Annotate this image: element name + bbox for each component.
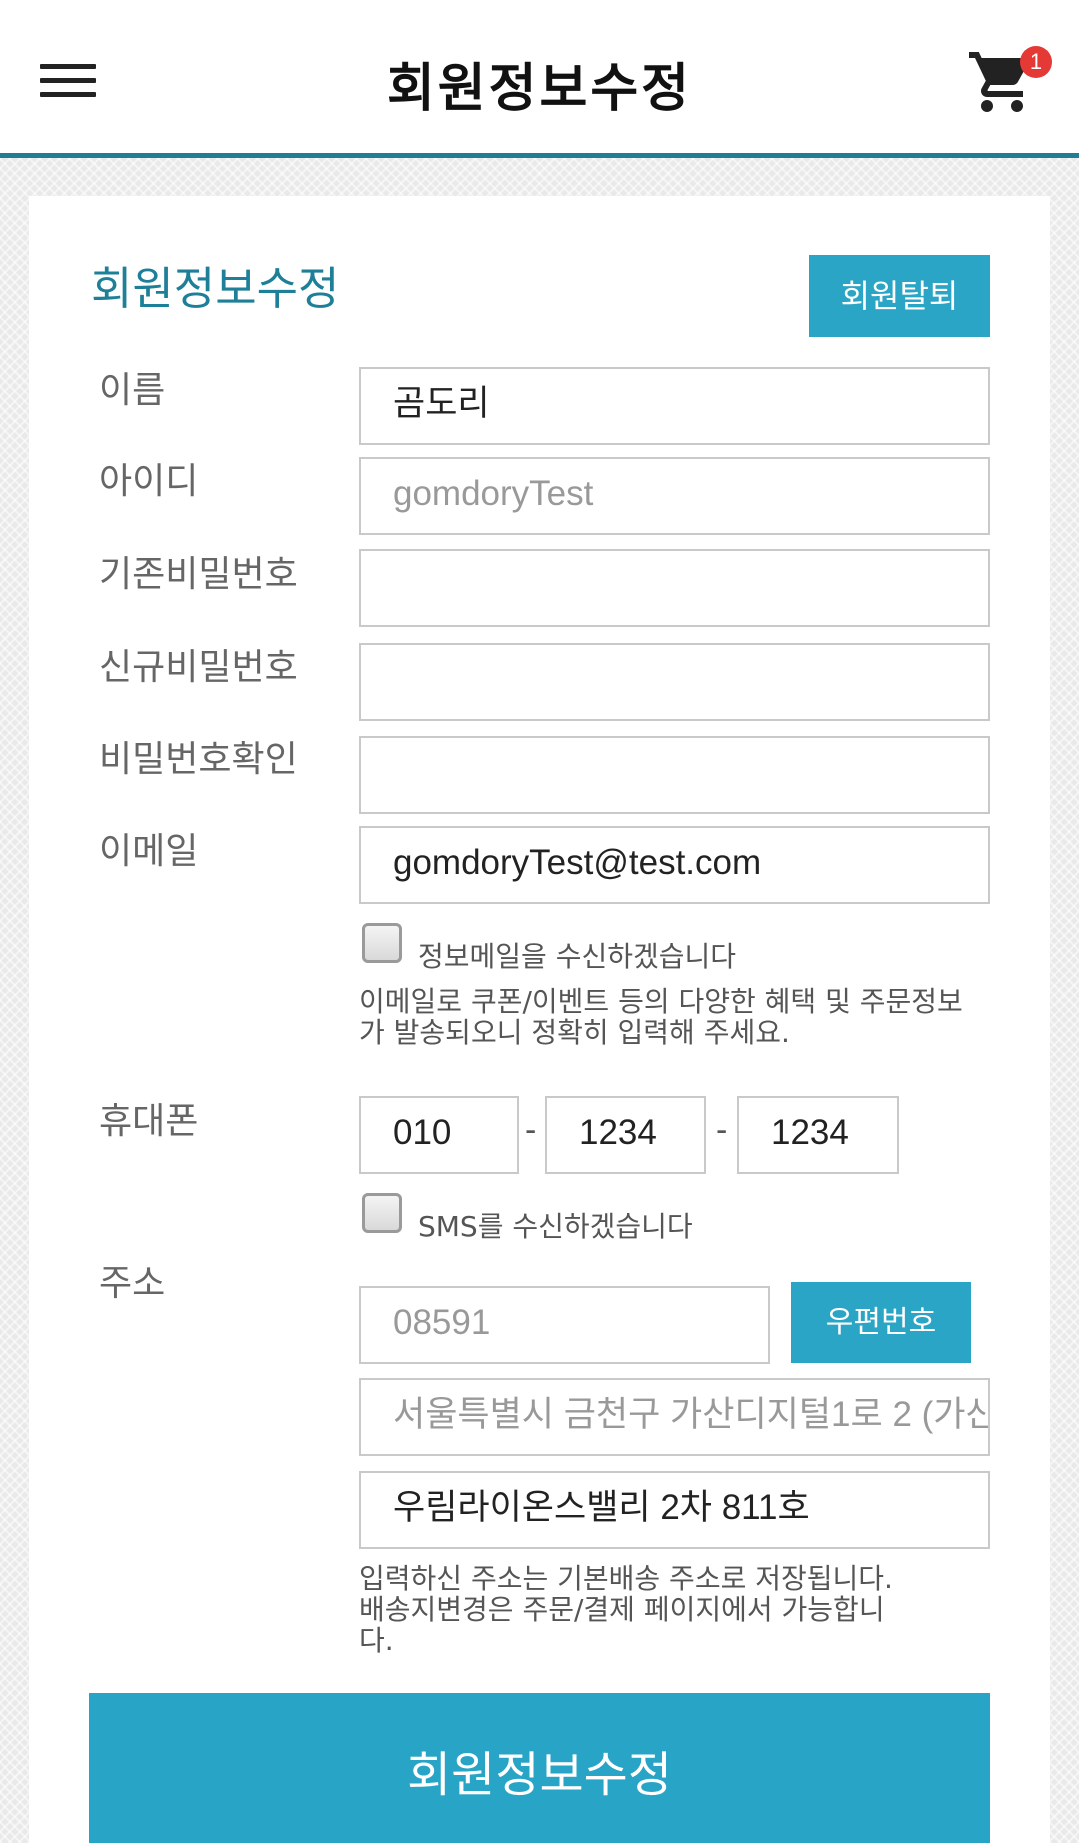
email-consent-label: 정보메일을 수신하겠습니다 (418, 940, 737, 973)
email-label: 이메일 (99, 831, 199, 872)
phone-label: 휴대폰 (99, 1101, 199, 1142)
sms-consent-checkbox[interactable] (362, 1193, 402, 1233)
email-help-line: 가 발송되오니 정확히 입력해 주세요. (359, 1016, 790, 1049)
current-password-field[interactable] (359, 549, 990, 627)
cart-button[interactable]: 1 (966, 46, 1052, 118)
email-help-text: 이메일로 쿠폰/이벤트 등의 다양한 혜택 및 주문정보 가 발송되오니 정확히… (359, 986, 999, 1048)
current-password-label: 기존비밀번호 (99, 554, 298, 595)
address-help-text: 입력하신 주소는 기본배송 주소로 저장됩니다. 배송지변경은 주문/결제 페이… (359, 1563, 999, 1656)
page-title: 회원정보수정 (386, 59, 693, 119)
postcode-search-button[interactable]: 우편번호 (791, 1282, 971, 1363)
user-id-label: 아이디 (99, 461, 199, 502)
profile-edit-card: 회원정보수정 회원탈퇴 이름 곰도리 아이디 gomdoryTest 기존비밀번… (29, 196, 1050, 1843)
phone-separator: - (525, 1111, 537, 1149)
section-title: 회원정보수정 (91, 262, 340, 315)
app-header: 회원정보수정 1 (0, 0, 1079, 158)
name-field[interactable]: 곰도리 (359, 367, 990, 445)
cart-count-badge: 1 (1020, 46, 1052, 78)
address-help-line: 배송지변경은 주문/결제 페이지에서 가능합니 (359, 1593, 885, 1626)
new-password-label: 신규비밀번호 (99, 647, 298, 688)
confirm-password-label: 비밀번호확인 (99, 739, 298, 780)
email-consent-checkbox[interactable] (362, 923, 402, 963)
new-password-field[interactable] (359, 643, 990, 721)
phone-part1-field[interactable]: 010 (359, 1096, 519, 1174)
submit-button[interactable]: 회원정보수정 (89, 1693, 990, 1843)
address-line2-field[interactable]: 우림라이온스밸리 2차 811호 (359, 1471, 990, 1549)
address-label: 주소 (99, 1263, 166, 1304)
withdraw-button[interactable]: 회원탈퇴 (809, 255, 990, 337)
email-field[interactable]: gomdoryTest@test.com (359, 826, 990, 904)
phone-part3-field[interactable]: 1234 (737, 1096, 899, 1174)
address-line1-field: 서울특별시 금천구 가산디지털1로 2 (가산동) (359, 1378, 990, 1456)
address-help-line: 다. (359, 1624, 394, 1657)
phone-separator: - (716, 1111, 728, 1149)
phone-part2-field[interactable]: 1234 (545, 1096, 706, 1174)
user-id-field: gomdoryTest (359, 457, 990, 535)
confirm-password-field[interactable] (359, 736, 990, 814)
address-help-line: 입력하신 주소는 기본배송 주소로 저장됩니다. (359, 1562, 893, 1595)
email-help-line: 이메일로 쿠폰/이벤트 등의 다양한 혜택 및 주문정보 (359, 985, 963, 1018)
name-label: 이름 (99, 370, 166, 411)
postcode-field: 08591 (359, 1286, 770, 1364)
sms-consent-label: SMS를 수신하겠습니다 (418, 1210, 693, 1243)
